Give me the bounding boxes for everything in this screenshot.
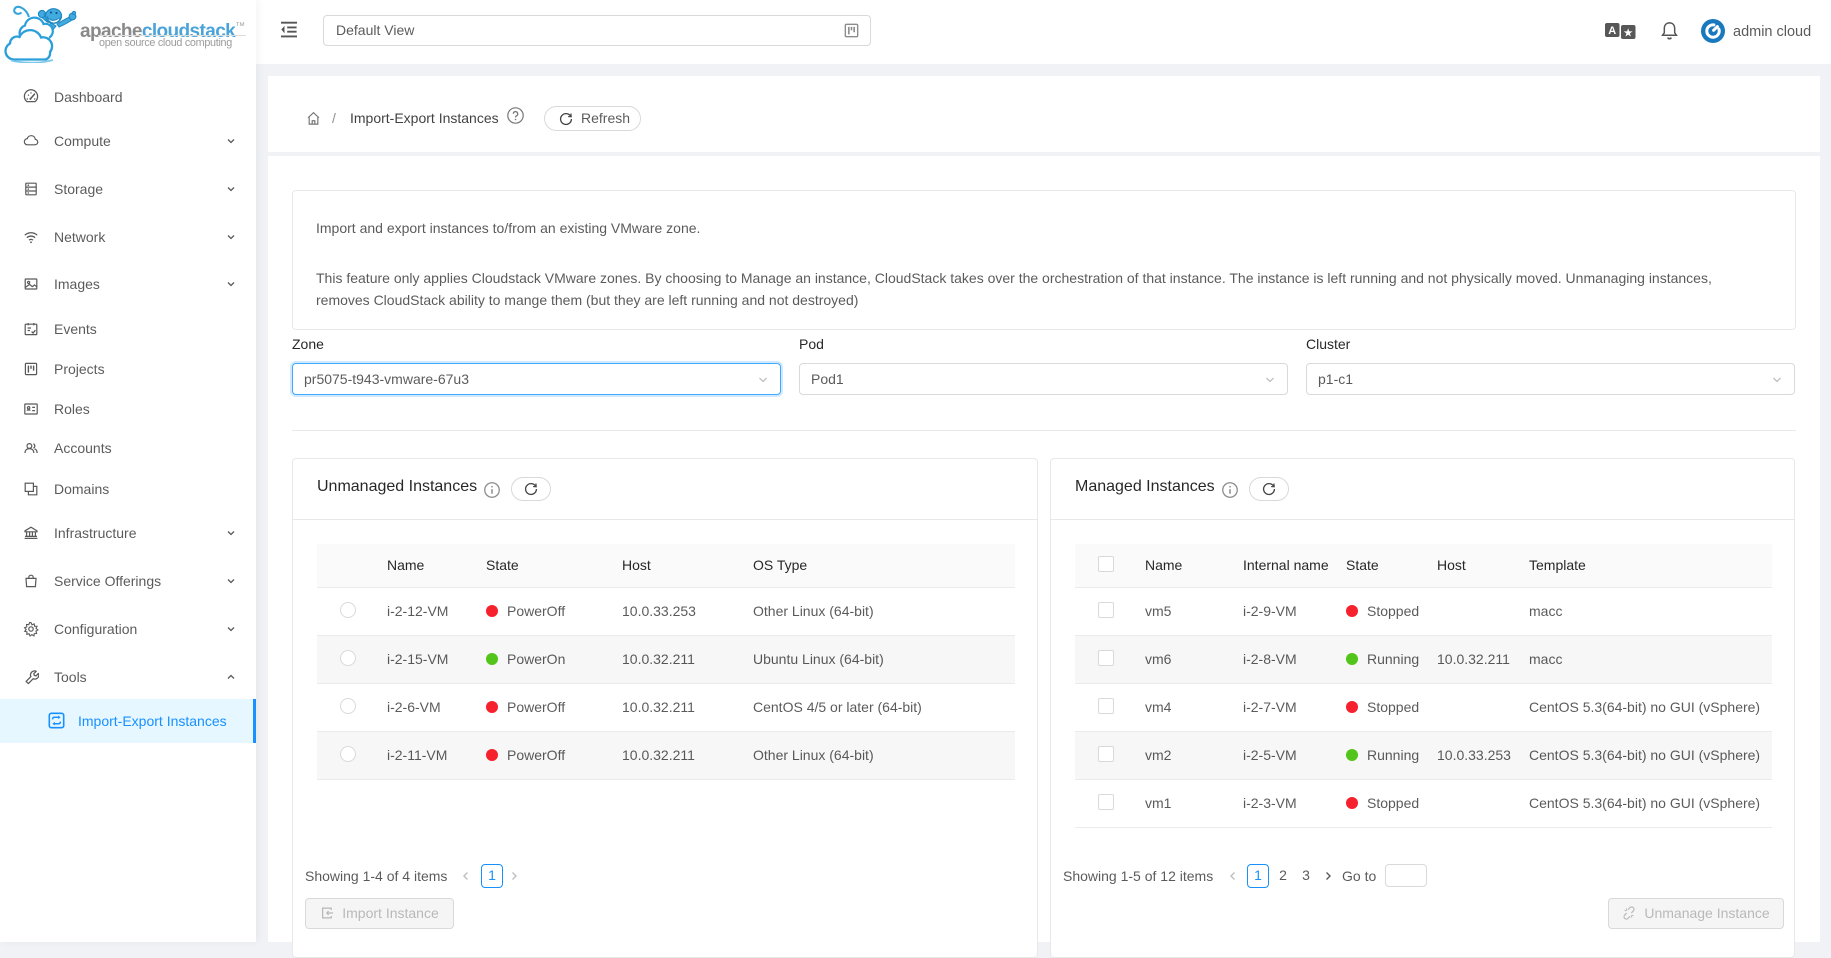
svg-text:A: A bbox=[1608, 25, 1616, 37]
svg-text:★: ★ bbox=[1623, 27, 1633, 39]
